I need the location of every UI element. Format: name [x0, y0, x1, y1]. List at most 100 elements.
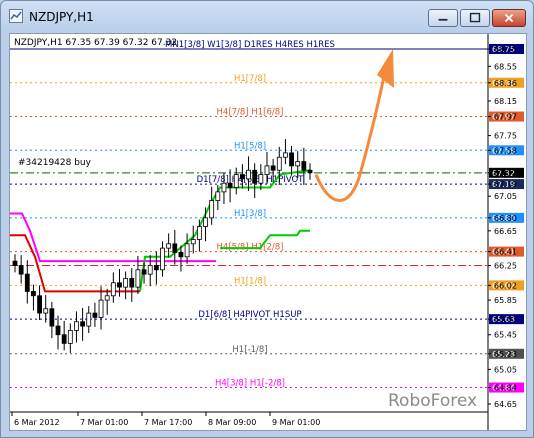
price-tick-label: 67.97: [494, 113, 517, 122]
price-tick-label: 66.25: [494, 261, 517, 270]
price-tick-label: 66.80: [494, 214, 517, 223]
price-tick-label: 68.55: [494, 62, 517, 71]
candle-body: [31, 291, 36, 297]
candle-body: [37, 295, 42, 314]
time-tick-label: 6 Mar 2012: [14, 418, 60, 427]
candle-body: [117, 282, 122, 288]
price-tick-label: 67.75: [494, 132, 517, 141]
level-label: H1[5/8]: [234, 141, 266, 151]
time-tick-label: 8 Mar 09:00: [208, 418, 256, 427]
candle-body: [295, 161, 301, 167]
close-button[interactable]: [492, 9, 526, 27]
candle-body: [160, 247, 165, 271]
minimize-icon: [438, 18, 448, 21]
price-tick-label: 64.65: [494, 400, 517, 409]
candle-body: [49, 308, 55, 327]
forecast-arrow: [314, 49, 394, 202]
order-label: #34219428 buy: [18, 158, 92, 168]
candle-body: [178, 252, 184, 258]
level-label: H1[-1/8]: [232, 345, 267, 355]
title-bar[interactable]: NZDJPY,H1: [1, 1, 533, 31]
candle-body: [172, 243, 178, 253]
candle-body: [246, 169, 251, 180]
forecast-arrow-head: [377, 49, 394, 88]
roboforex-watermark: RoboForex: [388, 391, 477, 411]
price-tick-label: 64.84: [494, 384, 517, 393]
indicator-lines: [10, 169, 311, 293]
level-lines: MN1[3/8] W1[3/8] D1RES H4RES H1RES 68.75 H…: [10, 40, 524, 393]
price-chart[interactable]: MN1[3/8] W1[3/8] D1RES H4RES H1RES 68.75 H…: [10, 34, 526, 430]
candle-body: [104, 295, 110, 301]
candle-body: [283, 152, 288, 158]
candle-body: [67, 330, 73, 344]
price-tick-label: 65.05: [494, 365, 517, 374]
candle-body: [258, 174, 264, 184]
price-tick-label: 66.65: [494, 227, 517, 236]
minimize-button[interactable]: [428, 9, 458, 27]
price-tick-label: 67.19: [494, 180, 517, 189]
candle-body: [123, 278, 129, 288]
price-tick-label: 65.85: [494, 296, 517, 305]
candle-body: [196, 226, 202, 240]
candle-body: [18, 265, 24, 275]
candle-body: [239, 174, 245, 180]
candle-body: [135, 269, 141, 288]
time-tick-label: 7 Mar 01:00: [80, 418, 128, 427]
level-label: H1[1/8]: [234, 276, 266, 286]
candle-body: [110, 282, 116, 297]
close-icon: [504, 13, 514, 23]
candle-body: [147, 265, 153, 275]
candle-body: [307, 169, 313, 174]
candle-body: [270, 165, 276, 171]
time-axis: 6 Mar 2012 7 Mar 01:00 7 Mar 17:00 8 Mar 09…: [10, 411, 488, 427]
candle-body: [43, 308, 49, 314]
chart-window-icon: [9, 9, 23, 23]
candle-body: [301, 161, 307, 171]
price-tick-label: 65.63: [494, 315, 517, 324]
candle-body: [276, 156, 282, 171]
candle-body: [24, 273, 30, 292]
level-label: H1[7/8]: [234, 74, 266, 84]
price-tick-label: 67.32: [494, 169, 517, 178]
restore-button[interactable]: [460, 9, 490, 27]
price-tick-label: 67.05: [494, 192, 517, 201]
candle-body: [209, 200, 215, 219]
candle-body: [129, 278, 135, 288]
level-label: H4[3/8] H1[-2/8]: [215, 379, 285, 389]
candle-body: [289, 152, 294, 167]
price-tick-label: 68.36: [494, 79, 517, 88]
chart-area[interactable]: MN1[3/8] W1[3/8] D1RES H4RES H1RES 68.75 H…: [9, 33, 527, 431]
time-tick-label: 7 Mar 17:00: [144, 418, 192, 427]
time-tick-label: 9 Mar 01:00: [272, 418, 320, 427]
symbol-ohlc-header: NZDJPY,H1 67.35 67.39 67.32 67.32: [14, 38, 177, 48]
candle-body: [153, 265, 159, 271]
price-tick-label: 66.02: [494, 281, 517, 290]
candle-body: [264, 165, 270, 175]
candle-body: [61, 334, 67, 344]
chart-window: NZDJPY,H1 MN1[3/8] W1[3/8] D1RES H4RES H…: [0, 0, 534, 438]
candle-body: [203, 217, 208, 227]
price-tick-label: 68.15: [494, 97, 517, 106]
price-tick-label: 68.75: [494, 45, 517, 54]
candle-body: [190, 239, 196, 245]
candle-body: [221, 182, 227, 193]
candle-body: [233, 174, 239, 188]
price-tick-label: 66.41: [494, 248, 517, 257]
candle-body: [252, 169, 258, 184]
level-label: MN1[3/8] W1[3/8] D1RES H4RES H1RES: [165, 40, 335, 50]
candle-body: [215, 191, 221, 201]
price-tick-label: 65.45: [494, 331, 517, 340]
price-tick-label: 67.58: [494, 146, 517, 155]
candle-body: [227, 182, 233, 188]
candle-body: [98, 299, 104, 318]
candle-body: [166, 243, 172, 249]
window-title: NZDJPY,H1: [29, 10, 94, 24]
candle-body: [55, 325, 61, 336]
level-label: D1[6/8] H4PIVOT H1SUP: [198, 310, 301, 320]
restore-icon: [469, 12, 481, 23]
level-label: H4[7/8] H1[6/8]: [217, 108, 284, 118]
candle-body: [141, 269, 147, 275]
candle-body: [80, 321, 86, 327]
candle-body: [74, 321, 79, 331]
candle-body: [86, 312, 92, 327]
